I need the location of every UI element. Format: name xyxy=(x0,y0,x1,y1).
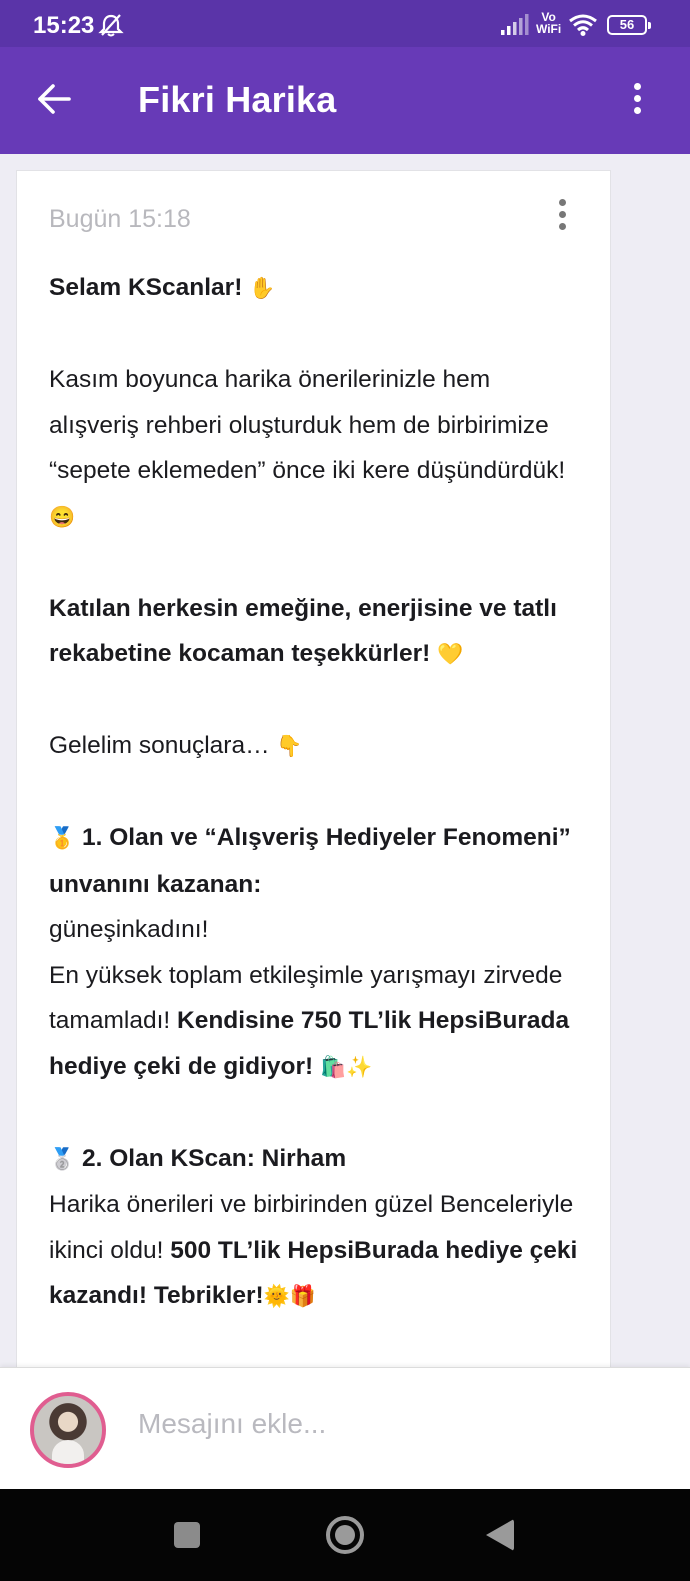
status-bar: 15:23 Vo WiFi 56 xyxy=(0,0,690,47)
vowifi-indicator: Vo WiFi xyxy=(536,10,562,36)
gold-medal-emoji: 🥇 xyxy=(49,827,76,850)
message-composer: Mesajını ekle... xyxy=(0,1367,690,1489)
first-place-title: 1. Olan ve “Alışveriş Hediyeler Fenomeni… xyxy=(49,824,571,898)
first-place-section: 🥇 1. Olan ve “Alışveriş Hediyeler Fenome… xyxy=(49,815,579,1090)
greeting-text: Selam KScanlar! xyxy=(49,274,243,301)
bell-muted-icon xyxy=(98,14,124,37)
intro-text: Kasım boyunca harika önerilerinizle hem … xyxy=(49,366,566,484)
status-time: 15:23 xyxy=(33,12,95,39)
message-input[interactable]: Mesajını ekle... xyxy=(138,1408,326,1440)
second-place-section: 🥈 2. Olan KScan: Nirham Harika önerileri… xyxy=(49,1136,579,1320)
results-intro: Gelelim sonuçlara… 👇 xyxy=(49,723,579,770)
grin-emoji: 😄 xyxy=(49,505,76,529)
signal-icon xyxy=(501,14,529,35)
page-title: Fikri Harika xyxy=(138,79,337,120)
battery-indicator: 56 xyxy=(607,15,651,35)
more-options-icon[interactable] xyxy=(630,83,644,119)
nav-back-icon[interactable] xyxy=(486,1519,514,1551)
pointing-down-emoji: 👇 xyxy=(276,735,303,758)
silver-medal-emoji: 🥈 xyxy=(49,1147,76,1171)
message-card: Bugün 15:18 Selam KScanlar! ✋ Kasım boyu… xyxy=(16,170,611,1370)
raised-hand-emoji: ✋ xyxy=(249,277,276,300)
shopping-bags-emoji: 🛍️✨ xyxy=(319,1055,373,1079)
home-icon[interactable] xyxy=(326,1516,364,1554)
wifi-icon xyxy=(569,14,597,36)
heart-emoji: 💛 xyxy=(437,643,464,666)
thanks-paragraph: Katılan herkesin emeğine, enerjisine ve … xyxy=(49,586,579,678)
app-bar: Fikri Harika xyxy=(0,47,690,154)
thanks-text: Katılan herkesin emeğine, enerjisine ve … xyxy=(49,594,557,668)
second-place-title: 2. Olan KScan: Nirham xyxy=(81,1144,347,1172)
intro-paragraph: Kasım boyunca harika önerilerinizle hem … xyxy=(49,357,579,540)
greeting-line: Selam KScanlar! ✋ xyxy=(49,265,579,312)
recents-icon[interactable] xyxy=(174,1522,200,1548)
avatar[interactable] xyxy=(30,1392,106,1468)
system-nav-bar xyxy=(0,1489,690,1581)
results-intro-text: Gelelim sonuçlara… xyxy=(49,732,270,759)
sun-gift-emoji: 🌞🎁 xyxy=(263,1285,316,1308)
message-more-icon[interactable] xyxy=(555,199,569,235)
message-body: Selam KScanlar! ✋ Kasım boyunca harika ö… xyxy=(49,265,579,1320)
message-timestamp: Bugün 15:18 xyxy=(49,205,191,233)
back-arrow-icon[interactable] xyxy=(36,81,72,117)
first-place-name: güneşinkadını! xyxy=(49,916,209,943)
